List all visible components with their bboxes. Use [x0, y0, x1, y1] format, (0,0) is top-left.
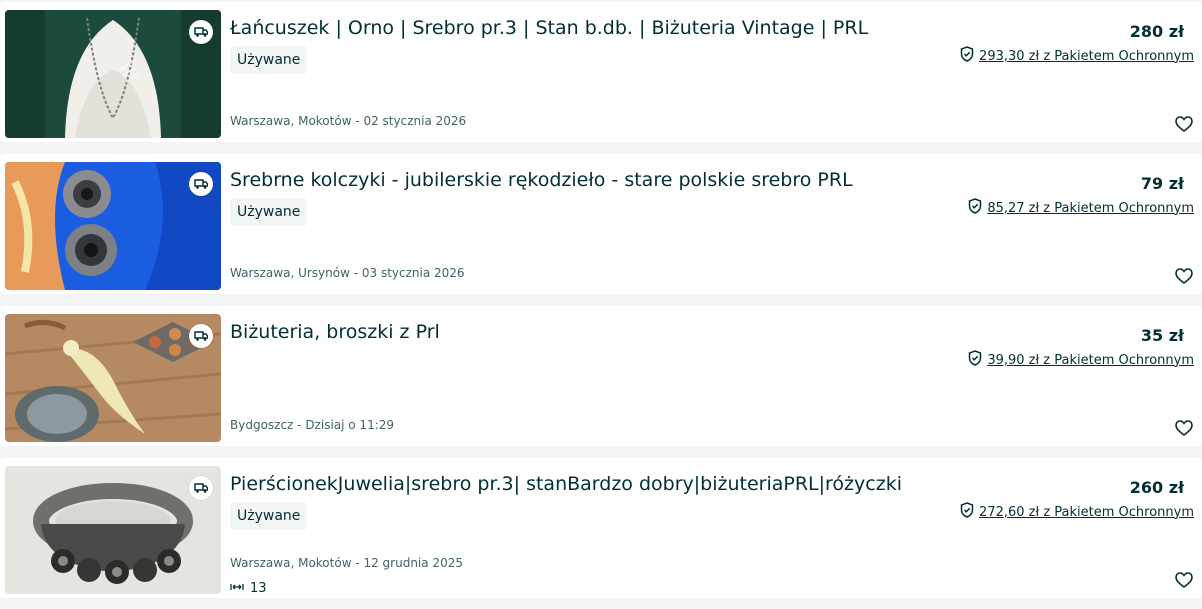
- heart-icon[interactable]: [1174, 266, 1194, 286]
- condition-badge: Używane: [230, 198, 308, 226]
- protection-price[interactable]: 85,27 zł z Pakietem Ochronnym: [987, 201, 1194, 216]
- protection-package-link[interactable]: 293,30 zł z Pakietem Ochronnym: [960, 46, 1194, 66]
- shield-check-icon: [960, 46, 974, 66]
- ring-size-icon: [230, 581, 244, 596]
- listing-price: 260 zł: [1129, 478, 1184, 497]
- protection-price[interactable]: 39,90 zł z Pakietem Ochronnym: [987, 353, 1194, 368]
- listing-title[interactable]: Łańcuszek | Orno | Srebro pr.3 | Stan b.…: [230, 16, 950, 40]
- condition-badge: Używane: [230, 46, 308, 74]
- listing-title[interactable]: Srebrne kolczyki - jubilerskie rękodzieł…: [230, 168, 950, 192]
- protection-package-link[interactable]: 85,27 zł z Pakietem Ochronnym: [968, 198, 1194, 218]
- listing-card[interactable]: PierścionekJuwelia|srebro pr.3| stanBard…: [0, 458, 1202, 598]
- shield-check-icon: [968, 198, 982, 218]
- listing-title[interactable]: Biżuteria, broszki z Prl: [230, 320, 950, 344]
- listing-card[interactable]: Łańcuszek | Orno | Srebro pr.3 | Stan b.…: [0, 2, 1202, 142]
- listing-location-date: Warszawa, Ursynów - 03 stycznia 2026: [230, 266, 465, 280]
- protection-package-link[interactable]: 272,60 zł z Pakietem Ochronnym: [960, 502, 1194, 522]
- protection-price[interactable]: 293,30 zł z Pakietem Ochronnym: [979, 49, 1194, 64]
- listing-price: 35 zł: [1140, 326, 1184, 345]
- listing-location-date: Bydgoszcz - Dzisiaj o 11:29: [230, 418, 395, 432]
- listing-card[interactable]: Srebrne kolczyki - jubilerskie rękodzieł…: [0, 154, 1202, 294]
- listing-title[interactable]: PierścionekJuwelia|srebro pr.3| stanBard…: [230, 472, 950, 496]
- heart-icon[interactable]: [1174, 418, 1194, 438]
- delivery-truck-icon: [189, 172, 213, 196]
- ring-size-value: 13: [250, 580, 267, 596]
- heart-icon[interactable]: [1174, 114, 1194, 134]
- listing-price: 79 zł: [1140, 174, 1184, 193]
- delivery-truck-icon: [189, 476, 213, 500]
- protection-package-link[interactable]: 39,90 zł z Pakietem Ochronnym: [968, 350, 1194, 370]
- ring-size-info: 13: [230, 578, 267, 598]
- listing-location-date: Warszawa, Mokotów - 02 stycznia 2026: [230, 114, 467, 128]
- shield-check-icon: [968, 350, 982, 370]
- listing-location-date: Warszawa, Mokotów - 12 grudnia 2025: [230, 556, 463, 570]
- condition-badge: Używane: [230, 502, 308, 530]
- listing-card[interactable]: Biżuteria, broszki z Prl Bydgoszcz - Dzi…: [0, 306, 1202, 446]
- delivery-truck-icon: [189, 324, 213, 348]
- listing-price: 280 zł: [1129, 22, 1184, 41]
- delivery-truck-icon: [189, 20, 213, 44]
- heart-icon[interactable]: [1174, 570, 1194, 590]
- shield-check-icon: [960, 502, 974, 522]
- protection-price[interactable]: 272,60 zł z Pakietem Ochronnym: [979, 505, 1194, 520]
